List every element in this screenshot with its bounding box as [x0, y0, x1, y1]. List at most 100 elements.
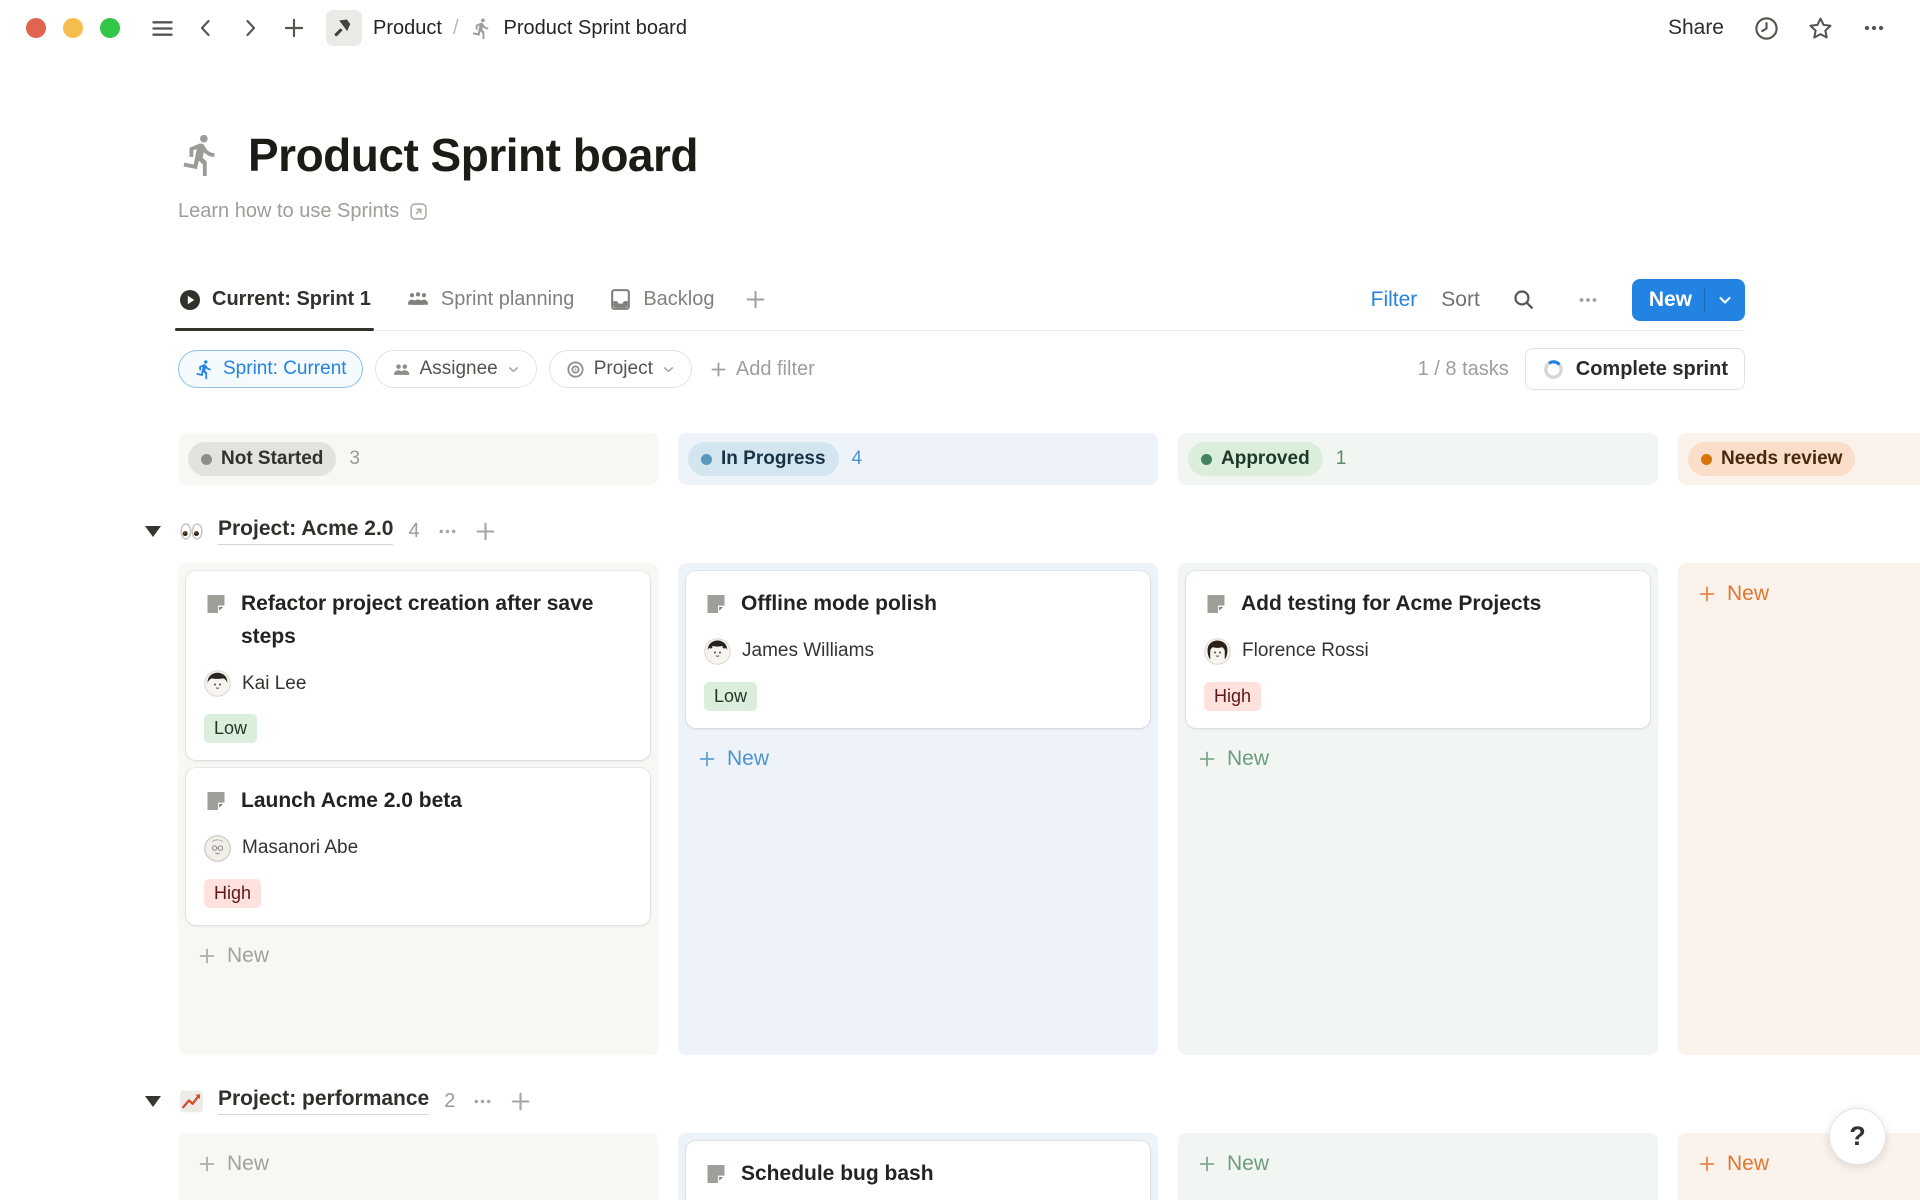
- updates-button[interactable]: [1746, 8, 1786, 48]
- group-title[interactable]: Project: performance: [218, 1087, 429, 1115]
- window-zoom-button[interactable]: [100, 18, 120, 38]
- priority-badge: Low: [704, 682, 757, 711]
- window-minimize-button[interactable]: [63, 18, 83, 38]
- sort-button[interactable]: Sort: [1441, 288, 1480, 312]
- column-header-in-progress: In Progress 4: [678, 433, 1158, 485]
- status-label: In Progress: [721, 448, 826, 470]
- new-card-button[interactable]: New: [1686, 1141, 1920, 1187]
- page-icon: [204, 789, 228, 818]
- nav-forward-button[interactable]: [230, 8, 270, 48]
- more-options-button[interactable]: [1854, 8, 1894, 48]
- learn-sprints-link[interactable]: Learn how to use Sprints: [178, 200, 429, 223]
- new-card-button[interactable]: New: [1186, 1141, 1650, 1187]
- status-label: Not Started: [221, 448, 323, 470]
- complete-sprint-button[interactable]: Complete sprint: [1525, 348, 1745, 390]
- new-card-button[interactable]: New: [186, 933, 650, 979]
- search-icon: [1511, 287, 1536, 312]
- task-card[interactable]: Refactor project creation after save ste…: [186, 571, 650, 760]
- page-title: Product Sprint board: [248, 128, 698, 182]
- new-card-button[interactable]: New: [1686, 571, 1920, 617]
- chevron-down-icon: [661, 362, 676, 377]
- new-card-button[interactable]: New: [186, 1141, 650, 1187]
- group-add-button[interactable]: [508, 1089, 533, 1114]
- new-task-label: New: [1632, 288, 1704, 312]
- task-card[interactable]: Add testing for Acme Projects Florence R…: [1186, 571, 1650, 728]
- window-controls: [26, 18, 120, 38]
- column-needs-review: New: [1678, 563, 1920, 1055]
- group-title[interactable]: Project: Acme 2.0: [218, 517, 393, 545]
- external-link-icon: [408, 201, 429, 222]
- new-card-label: New: [227, 1152, 269, 1176]
- column-header-approved: Approved 1: [1178, 433, 1658, 485]
- new-card-button[interactable]: New: [1186, 736, 1650, 782]
- group-header-performance: Project: performance 2: [145, 1077, 1920, 1125]
- group-count: 2: [444, 1090, 455, 1113]
- project-filter-pill[interactable]: Project: [549, 350, 692, 388]
- assignee-name: Florence Rossi: [1242, 640, 1369, 662]
- nav-back-button[interactable]: [186, 8, 226, 48]
- filter-bar: Sprint: Current Assignee Project Add fil…: [178, 347, 1745, 391]
- add-view-button[interactable]: [743, 287, 768, 312]
- card-title: Launch Acme 2.0 beta: [241, 785, 462, 818]
- tab-label: Current: Sprint 1: [212, 288, 371, 311]
- new-card-label: New: [1227, 747, 1269, 771]
- sidebar-toggle-button[interactable]: [142, 8, 182, 48]
- task-card[interactable]: Schedule bug bash: [686, 1141, 1150, 1200]
- new-card-label: New: [1227, 1152, 1269, 1176]
- avatar: [704, 638, 731, 665]
- status-pill-in-progress[interactable]: In Progress: [688, 442, 839, 476]
- tab-sprint-planning[interactable]: Sprint planning: [405, 269, 574, 330]
- collapse-triangle-icon[interactable]: [145, 526, 161, 537]
- tasks-progress-text: 1 / 8 tasks: [1418, 358, 1509, 381]
- tab-backlog[interactable]: Backlog: [608, 269, 714, 330]
- topbar: Product / Product Sprint board Share: [0, 0, 1920, 56]
- task-card[interactable]: Offline mode polish James Williams Low: [686, 571, 1150, 728]
- column-not-started: Refactor project creation after save ste…: [178, 563, 658, 1055]
- plus-icon: [1196, 748, 1218, 770]
- favorite-button[interactable]: [1800, 8, 1840, 48]
- status-pill-not-started[interactable]: Not Started: [188, 442, 336, 476]
- page-icon-runner[interactable]: [178, 132, 224, 178]
- help-button[interactable]: ?: [1829, 1108, 1886, 1165]
- collapse-triangle-icon[interactable]: [145, 1096, 161, 1107]
- chevron-down-icon[interactable]: [1705, 290, 1745, 310]
- add-filter-label: Add filter: [736, 358, 815, 381]
- column-in-progress: Schedule bug bash: [678, 1133, 1158, 1200]
- breadcrumb-root[interactable]: Product: [373, 17, 442, 40]
- group-more-button[interactable]: [436, 520, 459, 543]
- filter-button[interactable]: Filter: [1371, 288, 1418, 312]
- new-task-button[interactable]: New: [1632, 279, 1745, 321]
- more-icon: [1861, 15, 1887, 41]
- page-icon: [1204, 592, 1228, 621]
- assignee-filter-pill[interactable]: Assignee: [375, 350, 537, 388]
- search-button[interactable]: [1504, 280, 1544, 320]
- group-header-acme: Project: Acme 2.0 4: [145, 507, 1920, 555]
- card-title: Add testing for Acme Projects: [1241, 588, 1541, 621]
- group-add-button[interactable]: [473, 519, 498, 544]
- new-card-label: New: [727, 747, 769, 771]
- new-card-button[interactable]: New: [686, 736, 1150, 782]
- breadcrumb-current[interactable]: Product Sprint board: [504, 17, 687, 40]
- view-more-button[interactable]: [1568, 280, 1608, 320]
- sprint-filter-pill[interactable]: Sprint: Current: [178, 350, 363, 388]
- new-page-button[interactable]: [274, 8, 314, 48]
- assignee-row: Masanori Abe: [204, 835, 632, 862]
- card-title: Refactor project creation after save ste…: [241, 588, 632, 653]
- sprint-filter-label: Sprint: Current: [223, 358, 347, 380]
- play-circle-icon: [178, 288, 202, 312]
- status-pill-approved[interactable]: Approved: [1188, 442, 1323, 476]
- window-close-button[interactable]: [26, 18, 46, 38]
- view-tabs-row: Current: Sprint 1 Sprint planning Backlo…: [178, 269, 1745, 331]
- tab-current-sprint[interactable]: Current: Sprint 1: [178, 269, 371, 330]
- hammer-icon[interactable]: [326, 10, 362, 46]
- group-more-button[interactable]: [471, 1090, 494, 1113]
- priority-badge: High: [1204, 682, 1261, 711]
- backlog-icon: [608, 287, 633, 312]
- task-card[interactable]: Launch Acme 2.0 beta Masanori Abe High: [186, 768, 650, 925]
- learn-link-label: Learn how to use Sprints: [178, 200, 399, 223]
- status-pill-needs-review[interactable]: Needs review: [1688, 442, 1855, 476]
- status-dot: [201, 454, 212, 465]
- share-button[interactable]: Share: [1660, 12, 1732, 44]
- add-filter-button[interactable]: Add filter: [708, 358, 815, 381]
- page-icon: [704, 592, 728, 621]
